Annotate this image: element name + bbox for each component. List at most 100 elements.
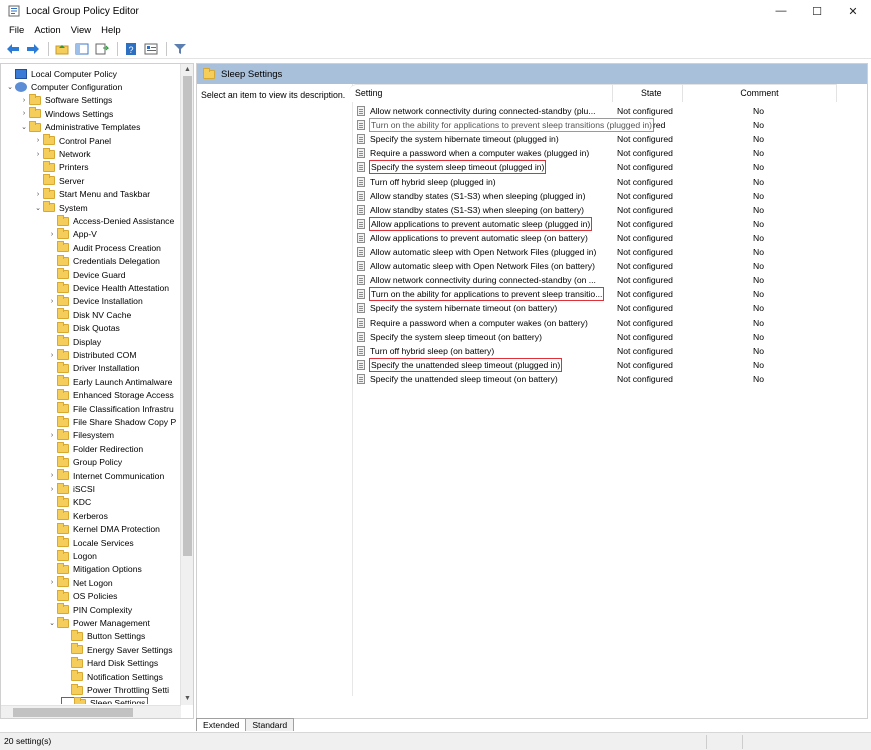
setting-row[interactable]: Turn on the ability for applications to … bbox=[349, 118, 865, 133]
column-header-comment[interactable]: Comment bbox=[683, 84, 837, 102]
tree-item[interactable]: › Filesystem bbox=[47, 428, 114, 442]
tree-item[interactable]: Access-Denied Assistance bbox=[47, 214, 174, 227]
collapsed-chevron-icon[interactable]: › bbox=[19, 110, 29, 117]
collapsed-chevron-icon[interactable]: › bbox=[47, 486, 57, 493]
help-button[interactable]: ? bbox=[122, 40, 140, 58]
setting-row[interactable]: Specify the unattended sleep timeout (on… bbox=[349, 372, 865, 386]
tree-item[interactable]: Button Settings bbox=[61, 629, 145, 643]
collapsed-chevron-icon[interactable]: › bbox=[47, 298, 57, 305]
menu-help[interactable]: Help bbox=[96, 25, 126, 36]
setting-row[interactable]: Specify the system hibernate timeout (pl… bbox=[349, 132, 865, 146]
setting-row[interactable]: Turn off hybrid sleep (on battery) Not co… bbox=[349, 344, 865, 358]
collapsed-chevron-icon[interactable]: › bbox=[47, 432, 57, 439]
tree-item[interactable]: Locale Services bbox=[47, 536, 134, 549]
setting-row[interactable]: Allow network connectivity during connec… bbox=[349, 104, 865, 118]
console-tree[interactable]: Local Computer Policy ⌄ Computer Configura… bbox=[0, 63, 194, 719]
back-button[interactable] bbox=[4, 40, 22, 58]
tab-standard[interactable]: Standard bbox=[245, 718, 295, 731]
setting-row[interactable]: Allow automatic sleep with Open Network … bbox=[349, 259, 865, 273]
menu-action[interactable]: Action bbox=[29, 25, 65, 36]
collapsed-chevron-icon[interactable]: › bbox=[33, 151, 43, 158]
tree-item[interactable]: › App-V bbox=[47, 227, 97, 241]
setting-row[interactable]: Allow applications to prevent automatic … bbox=[349, 231, 865, 245]
maximize-button[interactable]: ☐ bbox=[799, 0, 835, 22]
scroll-up-arrow-icon[interactable]: ▲ bbox=[181, 64, 193, 76]
tree-item[interactable]: Hard Disk Settings bbox=[61, 656, 158, 670]
tree-item[interactable]: › Control Panel bbox=[33, 134, 111, 147]
tree-item[interactable]: Logon bbox=[47, 549, 97, 562]
expanded-chevron-icon[interactable]: ⌄ bbox=[5, 83, 15, 91]
setting-row[interactable]: Allow standby states (S1-S3) when sleepi… bbox=[349, 203, 865, 217]
tree-item[interactable]: › Windows Settings bbox=[19, 107, 113, 120]
setting-row[interactable]: Specify the system sleep timeout (plugge… bbox=[349, 160, 865, 175]
tree-item[interactable]: › Internet Communication bbox=[47, 469, 164, 482]
setting-row[interactable]: Turn off hybrid sleep (plugged in) Not co… bbox=[349, 175, 865, 189]
tree-item[interactable]: ⌄ Computer Configuration bbox=[5, 80, 122, 93]
tree-item[interactable]: File Share Shadow Copy P bbox=[47, 415, 176, 428]
setting-row[interactable]: Specify the system hibernate timeout (on… bbox=[349, 301, 865, 315]
export-list-button[interactable] bbox=[93, 40, 111, 58]
tree-item[interactable]: PIN Complexity bbox=[47, 603, 132, 616]
tree-item[interactable]: Credentials Delegation bbox=[47, 254, 160, 268]
tree-item[interactable]: KDC bbox=[47, 495, 91, 509]
setting-row[interactable]: Allow standby states (S1-S3) when sleepi… bbox=[349, 189, 865, 203]
tree-item[interactable]: Mitigation Options bbox=[47, 562, 142, 576]
tree-item[interactable]: › Net Logon bbox=[47, 576, 113, 589]
tree-item[interactable]: Early Launch Antimalware bbox=[47, 375, 172, 388]
tree-item[interactable]: Server bbox=[33, 174, 84, 187]
setting-row[interactable]: Allow network connectivity during connec… bbox=[349, 273, 865, 287]
tree-item[interactable]: Local Computer Policy bbox=[5, 67, 117, 80]
collapsed-chevron-icon[interactable]: › bbox=[33, 191, 43, 198]
tab-extended[interactable]: Extended bbox=[196, 718, 247, 731]
tree-item[interactable]: Folder Redirection bbox=[47, 442, 143, 455]
show-hide-console-tree-button[interactable] bbox=[73, 40, 91, 58]
scroll-thumb[interactable] bbox=[13, 708, 133, 717]
filter-button[interactable] bbox=[171, 40, 189, 58]
menu-file[interactable]: File bbox=[4, 25, 29, 36]
tree-item[interactable]: Device Guard bbox=[47, 268, 126, 281]
tree-item[interactable]: Enhanced Storage Access bbox=[47, 388, 174, 402]
tree-item[interactable]: ⌄ Power Management bbox=[47, 616, 150, 629]
tree-item[interactable]: Printers bbox=[33, 160, 89, 174]
tree-item[interactable]: › Device Installation bbox=[47, 294, 143, 308]
setting-row[interactable]: Require a password when a computer wakes… bbox=[349, 316, 865, 330]
scroll-down-arrow-icon[interactable]: ▼ bbox=[181, 693, 193, 705]
collapsed-chevron-icon[interactable]: › bbox=[33, 137, 43, 144]
tree-item[interactable]: Audit Process Creation bbox=[47, 241, 161, 254]
minimize-button[interactable]: — bbox=[763, 0, 799, 22]
tree-item[interactable]: File Classification Infrastru bbox=[47, 402, 174, 415]
collapsed-chevron-icon[interactable]: › bbox=[19, 97, 29, 104]
properties-button[interactable] bbox=[142, 40, 160, 58]
column-header-setting[interactable]: Setting bbox=[349, 84, 613, 102]
tree-vertical-scrollbar[interactable]: ▲ ▼ bbox=[180, 64, 193, 705]
tree-item[interactable]: › Start Menu and Taskbar bbox=[33, 187, 150, 201]
tree-item[interactable]: Energy Saver Settings bbox=[61, 643, 173, 656]
collapsed-chevron-icon[interactable]: › bbox=[47, 352, 57, 359]
setting-row[interactable]: Allow automatic sleep with Open Network … bbox=[349, 245, 865, 259]
tree-item[interactable]: › Network bbox=[33, 147, 91, 160]
up-one-level-button[interactable] bbox=[53, 40, 71, 58]
tree-item[interactable]: Display bbox=[47, 335, 101, 348]
tree-item[interactable]: Driver Installation bbox=[47, 361, 139, 375]
tree-horizontal-scrollbar[interactable] bbox=[1, 705, 181, 718]
tree-item[interactable]: Device Health Attestation bbox=[47, 281, 169, 294]
tree-item[interactable]: › iSCSI bbox=[47, 482, 95, 495]
menu-view[interactable]: View bbox=[66, 25, 96, 36]
forward-button[interactable] bbox=[24, 40, 42, 58]
collapsed-chevron-icon[interactable]: › bbox=[47, 579, 57, 586]
tree-item[interactable]: ⌄ System bbox=[33, 201, 88, 214]
close-button[interactable]: ✕ bbox=[835, 0, 871, 22]
setting-row[interactable]: Turn on the ability for applications to … bbox=[349, 287, 865, 302]
tree-item-selected[interactable]: Sleep Settings bbox=[61, 696, 149, 704]
expanded-chevron-icon[interactable]: ⌄ bbox=[33, 204, 43, 212]
expanded-chevron-icon[interactable]: ⌄ bbox=[47, 619, 57, 627]
tree-item[interactable]: › Software Settings bbox=[19, 93, 112, 107]
expanded-chevron-icon[interactable]: ⌄ bbox=[19, 123, 29, 131]
tree-item[interactable]: › Distributed COM bbox=[47, 348, 137, 361]
scroll-thumb[interactable] bbox=[183, 76, 192, 556]
setting-row[interactable]: Require a password when a computer wakes… bbox=[349, 146, 865, 160]
tree-item[interactable]: Group Policy bbox=[47, 455, 122, 469]
tree-item[interactable]: ⌄ Administrative Templates bbox=[19, 120, 140, 134]
collapsed-chevron-icon[interactable]: › bbox=[47, 231, 57, 238]
tree-item[interactable]: Disk NV Cache bbox=[47, 308, 131, 321]
